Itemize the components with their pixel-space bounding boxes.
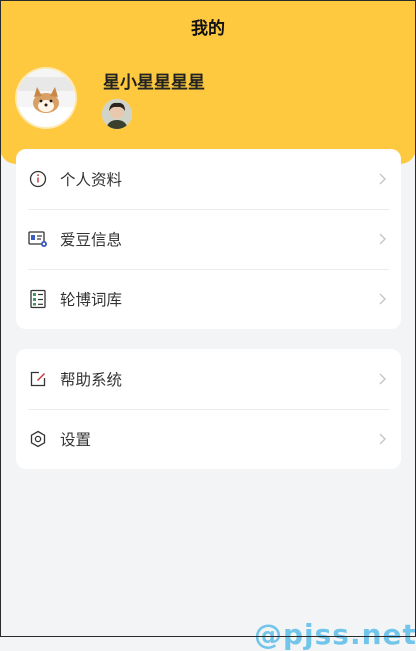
- idol-avatar-badge[interactable]: [102, 99, 132, 129]
- idol-photo-image: [102, 99, 132, 129]
- username: 星小星星星星: [103, 73, 205, 93]
- menu-item-help-system[interactable]: 帮助系统: [16, 349, 401, 409]
- id-card-icon: [28, 229, 48, 249]
- menu-item-label: 帮助系统: [60, 371, 123, 389]
- page-title: 我的: [191, 19, 225, 39]
- chevron-right-icon: [375, 371, 389, 387]
- info-icon: [28, 169, 48, 189]
- menu-item-label: 设置: [60, 431, 92, 449]
- menu-item-personal-info[interactable]: 个人资料: [16, 149, 401, 209]
- word-list-icon: [28, 289, 48, 309]
- chevron-right-icon: [375, 431, 389, 447]
- menu-item-label: 个人资料: [60, 171, 123, 189]
- menu-item-settings[interactable]: 设置: [16, 409, 401, 469]
- menu-item-idol-info[interactable]: 爱豆信息: [16, 209, 401, 269]
- chevron-right-icon: [375, 291, 389, 307]
- menu-card-support: 帮助系统 设置: [16, 349, 401, 469]
- gear-icon: [28, 429, 48, 449]
- menu-item-label: 轮博词库: [60, 291, 123, 309]
- watermark: @pjss.net: [254, 618, 416, 651]
- edit-icon: [28, 369, 48, 389]
- shiba-dog-avatar-image: [17, 69, 75, 127]
- chevron-right-icon: [375, 231, 389, 247]
- user-avatar[interactable]: [17, 69, 75, 127]
- menu-item-label: 爱豆信息: [60, 231, 123, 249]
- menu-card-profile: 个人资料 爱豆信息 轮博词库: [16, 149, 401, 329]
- menu-item-word-library[interactable]: 轮博词库: [16, 269, 401, 329]
- chevron-right-icon: [375, 171, 389, 187]
